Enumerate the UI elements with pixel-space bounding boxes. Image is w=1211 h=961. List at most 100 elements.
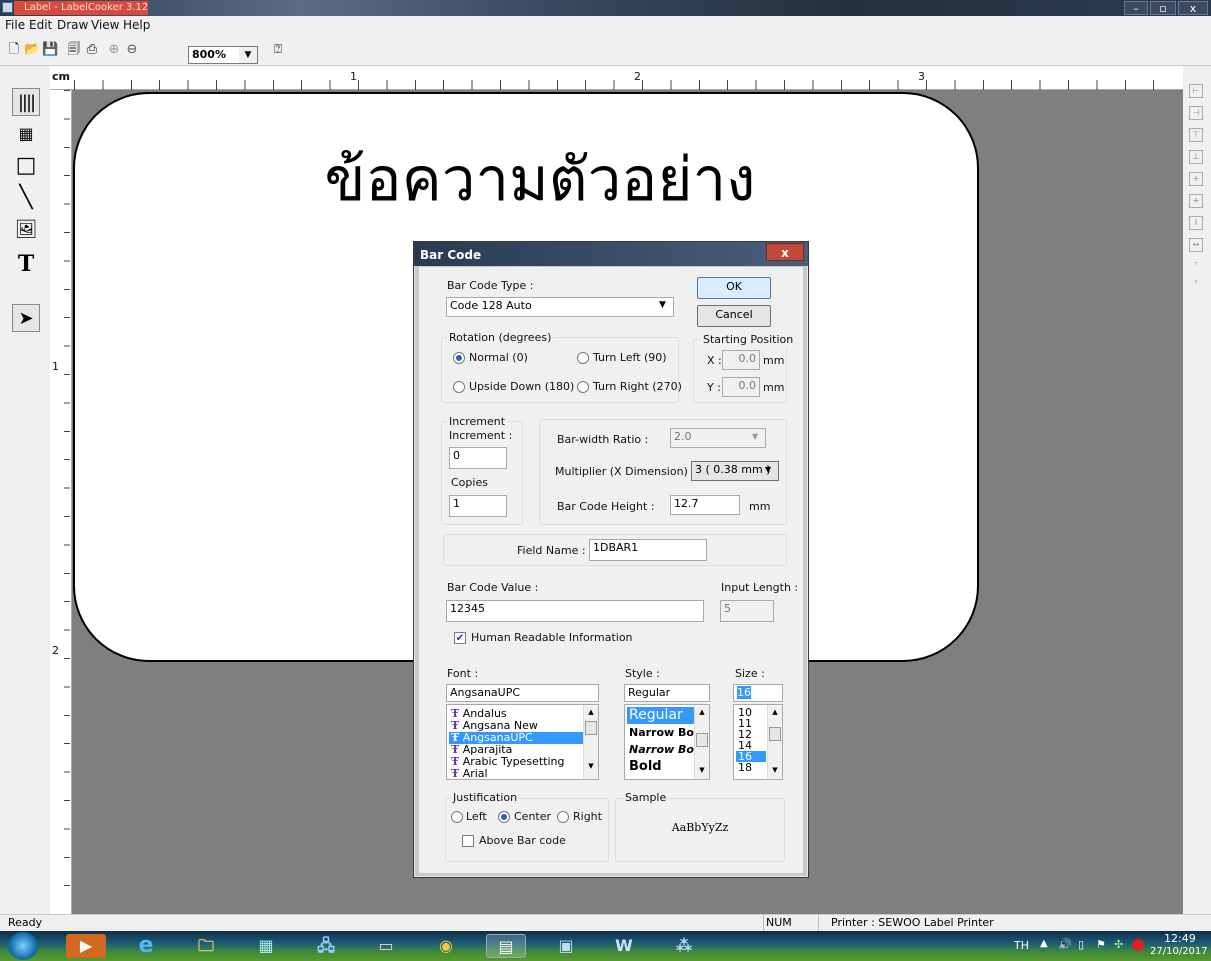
image-viewer-taskbar-icon[interactable]: ▣ <box>546 934 586 958</box>
font-list-scrollbar[interactable]: ▲ ▼ <box>583 705 598 779</box>
control-panel-taskbar-icon[interactable]: ▦ <box>246 934 286 958</box>
print-icon[interactable]: ⎙ <box>84 42 100 58</box>
rectangle-tool-icon[interactable]: □ <box>12 152 40 180</box>
close-window-button[interactable]: x <box>1178 1 1208 15</box>
file-explorer-taskbar-icon[interactable]: 🗀 <box>186 934 226 958</box>
increment-input[interactable]: 0 <box>449 447 507 469</box>
network-tray-icon[interactable]: ▯ <box>1078 938 1084 951</box>
action-center-flag-icon[interactable]: ⚑ <box>1096 938 1106 951</box>
save-icon[interactable]: 💾 <box>42 42 58 58</box>
barcode-tool-icon[interactable]: |||| <box>12 88 40 116</box>
rotation-turn-left-label[interactable]: Turn Left (90) <box>593 351 667 365</box>
font-list[interactable]: Ŧ Andalus Ŧ Angsana New Ŧ AngsanaUPC Ŧ A… <box>446 704 599 780</box>
language-indicator[interactable]: TH <box>1014 939 1029 952</box>
menu-edit[interactable]: Edit <box>29 16 52 36</box>
human-readable-label[interactable]: Human Readable Information <box>471 631 633 645</box>
above-barcode-label[interactable]: Above Bar code <box>479 834 566 848</box>
tray-app-icon[interactable]: ✣ <box>1114 938 1123 951</box>
zoom-in-icon[interactable]: ⊕ <box>106 42 122 58</box>
menu-draw[interactable]: Draw <box>57 16 88 36</box>
barcode-type-select[interactable]: Code 128 Auto <box>446 297 674 317</box>
print-preview-icon[interactable]: 🗐 <box>66 42 82 58</box>
align-right-icon[interactable]: ⊣ <box>1189 106 1203 120</box>
rotation-normal-label[interactable]: Normal (0) <box>469 351 528 365</box>
clock-time[interactable]: 12:49 <box>1164 932 1196 945</box>
align-bottom-icon[interactable]: ⊥ <box>1189 150 1203 164</box>
font-item[interactable]: Ŧ Arial <box>449 768 583 780</box>
style-item[interactable]: Narrow Bold <box>627 724 706 741</box>
barcode-value-input[interactable]: 12345 <box>446 600 704 622</box>
align-left-icon[interactable]: ⊢ <box>1189 84 1203 98</box>
size-item[interactable]: 18 <box>736 762 766 773</box>
input-length-input[interactable]: 5 <box>720 600 774 622</box>
help-pointer-icon[interactable]: ⍰ <box>270 42 286 58</box>
above-barcode-checkbox[interactable] <box>462 835 474 847</box>
word-taskbar-icon[interactable]: W <box>604 934 644 958</box>
center-vertical-icon[interactable]: + <box>1189 172 1203 186</box>
text-rotate-icon[interactable]: ᵀ <box>1189 260 1203 274</box>
size-list[interactable]: 10 11 12 14 16 18 ▲ ▼ <box>733 704 783 780</box>
rotation-upside-down-label[interactable]: Upside Down (180) <box>469 380 574 394</box>
space-evenly-horizontal-icon[interactable]: ↔ <box>1189 238 1203 252</box>
window-taskbar-icon[interactable]: ▭ <box>366 934 406 958</box>
rotation-turn-left-radio[interactable] <box>577 352 589 364</box>
text-tool-icon[interactable]: T <box>12 250 40 278</box>
label-text-object[interactable]: ข้อความตัวอย่าง <box>180 138 900 222</box>
cancel-button[interactable]: Cancel <box>697 305 771 327</box>
open-folder-icon[interactable]: 📂 <box>24 42 40 58</box>
copies-input[interactable]: 1 <box>449 495 507 517</box>
style-item-selected[interactable]: Regular <box>627 707 695 724</box>
rotation-turn-right-label[interactable]: Turn Right (270) <box>593 380 682 394</box>
start-button-icon[interactable] <box>8 932 38 960</box>
menu-help[interactable]: Help <box>123 16 150 36</box>
minimize-button[interactable]: – <box>1124 1 1148 15</box>
text-flip-icon[interactable]: ᵀ <box>1189 278 1203 292</box>
size-input[interactable]: 16 <box>733 684 783 702</box>
2d-barcode-tool-icon[interactable]: ▦ <box>12 120 40 148</box>
zoom-out-icon[interactable]: ⊖ <box>124 42 140 58</box>
image-tool-icon[interactable]: 🖼 <box>12 216 40 244</box>
justify-left-label[interactable]: Left <box>466 810 487 824</box>
style-list-scrollbar[interactable]: ▲ ▼ <box>694 705 709 779</box>
start-y-input[interactable]: 0.0 <box>722 377 760 397</box>
style-input[interactable]: Regular <box>624 684 710 702</box>
barcode-height-input[interactable]: 12.7 <box>670 495 740 515</box>
maximize-button[interactable]: ▫ <box>1150 1 1176 15</box>
justify-center-label[interactable]: Center <box>514 810 551 824</box>
ok-button[interactable]: OK <box>697 277 771 299</box>
size-list-scrollbar[interactable]: ▲ ▼ <box>767 705 782 779</box>
justify-center-radio[interactable] <box>498 811 510 823</box>
new-file-icon[interactable]: 🗋 <box>6 42 22 58</box>
field-name-input[interactable]: 1DBAR1 <box>589 539 707 561</box>
app-taskbar-icon[interactable]: ⁂ <box>664 934 704 958</box>
space-evenly-vertical-icon[interactable]: I <box>1189 216 1203 230</box>
align-top-icon[interactable]: ⊤ <box>1189 128 1203 142</box>
start-x-input[interactable]: 0.0 <box>722 350 760 370</box>
network-taskbar-icon[interactable]: 🖧 <box>306 934 346 958</box>
rotation-normal-radio[interactable] <box>453 352 465 364</box>
labelcooker-taskbar-icon[interactable]: ▤ <box>486 934 526 958</box>
chrome-taskbar-icon[interactable]: ◉ <box>426 934 466 958</box>
center-horizontal-icon[interactable]: + <box>1189 194 1203 208</box>
style-list[interactable]: Regular Narrow Bold Narrow Bold Bold ▲ ▼ <box>624 704 710 780</box>
media-player-taskbar-icon[interactable]: ▶ <box>66 934 106 958</box>
human-readable-checkbox[interactable]: ✔ <box>454 632 466 644</box>
volume-icon[interactable]: 🔊 <box>1058 938 1072 951</box>
menu-file[interactable]: File <box>5 16 25 36</box>
show-hidden-icons-icon[interactable]: ▲ <box>1040 938 1048 949</box>
justify-right-radio[interactable] <box>557 811 569 823</box>
select-pointer-tool-icon[interactable]: ➤ <box>12 304 40 332</box>
font-input[interactable]: AngsanaUPC <box>446 684 599 702</box>
justify-left-radio[interactable] <box>451 811 463 823</box>
dialog-close-button[interactable]: x <box>766 243 804 261</box>
line-tool-icon[interactable]: ╲ <box>12 184 40 212</box>
internet-explorer-taskbar-icon[interactable]: e <box>126 934 166 958</box>
menu-view[interactable]: View <box>91 16 119 36</box>
rotation-upside-down-radio[interactable] <box>453 381 465 393</box>
justify-right-label[interactable]: Right <box>573 810 602 824</box>
clock-date[interactable]: 27/10/2017 <box>1150 945 1210 958</box>
antivirus-tray-icon[interactable] <box>1132 939 1144 951</box>
style-item[interactable]: Bold <box>627 758 695 775</box>
style-item[interactable]: Narrow Bold <box>627 741 706 758</box>
zoom-dropdown-arrow-icon[interactable]: ▼ <box>239 47 257 63</box>
